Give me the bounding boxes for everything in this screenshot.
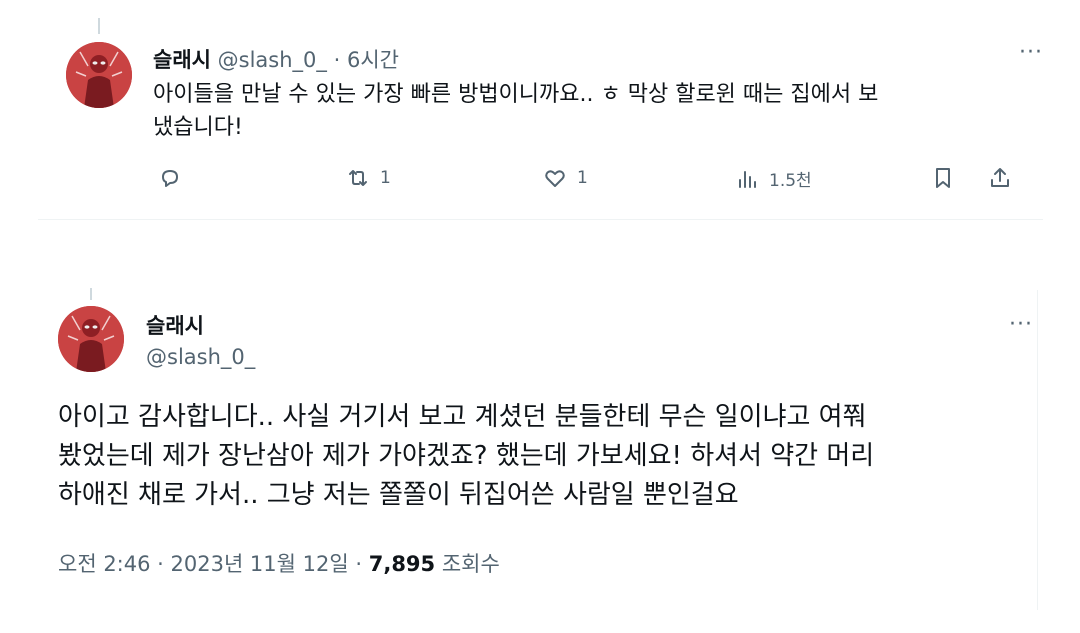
avatar[interactable] — [58, 306, 124, 372]
tweet-text-line: 냈습니다! — [153, 115, 243, 140]
handle[interactable]: @slash_0_ — [146, 345, 255, 369]
views-count: 1.5천 — [769, 171, 812, 191]
like-button[interactable]: 1 — [543, 166, 588, 190]
retweet-count: 1 — [380, 168, 391, 188]
share-icon — [991, 168, 1009, 187]
display-name[interactable]: 슬래시 — [146, 310, 204, 340]
more-options-button[interactable]: ··· — [1009, 312, 1033, 337]
views-button[interactable]: 1.5천 — [735, 166, 812, 191]
time-ago[interactable]: 6시간 — [347, 48, 399, 72]
tweet-text-line: 아이들을 만날 수 있는 가장 빠른 방법이니까요.. ㅎ 막상 할로윈 때는 … — [153, 82, 879, 107]
reply-header: 슬래시 @slash_0_ · 6시간 — [153, 44, 399, 74]
tweet-text: 아이들을 만날 수 있는 가장 빠른 방법이니까요.. ㅎ 막상 할로윈 때는 … — [153, 78, 1023, 144]
bookmark-button[interactable] — [931, 166, 955, 190]
more-options-button[interactable]: ··· — [1019, 40, 1043, 65]
retweet-icon — [349, 170, 367, 186]
tweet-text-line: 하애진 채로 가서.. 그냥 저는 쫄쫄이 뒤집어쓴 사람일 뿐인걸요 — [58, 480, 739, 510]
bookmark-icon — [936, 168, 950, 188]
avatar[interactable] — [66, 42, 132, 108]
tweet-text: 아이고 감사합니다.. 사실 거기서 보고 계셨던 분들한테 무슨 일이냐고 여… — [58, 398, 1028, 515]
retweet-button[interactable]: 1 — [346, 166, 391, 190]
display-name[interactable]: 슬래시 — [153, 48, 211, 72]
spiderman-avatar-image — [66, 42, 132, 108]
views-label: 조회수 — [435, 552, 500, 576]
reply-icon — [162, 170, 178, 187]
like-count: 1 — [577, 168, 588, 188]
main-tweet: 슬래시 @slash_0_ ··· 아이고 감사합니다.. 사실 거기서 보고 … — [38, 290, 1038, 610]
tweet-meta: 오전 2:46 · 2023년 11월 12일 · 7,895 조회수 — [58, 548, 500, 578]
timestamp[interactable]: 오전 2:46 · 2023년 11월 12일 · — [58, 552, 369, 576]
reply-button[interactable] — [158, 166, 192, 190]
spiderman-avatar-image — [58, 306, 124, 372]
separator-dot: · — [333, 48, 341, 72]
handle[interactable]: @slash_0_ — [218, 48, 327, 72]
action-bar: 1 1 1.5천 — [153, 166, 1023, 196]
tweet-text-line: 아이고 감사합니다.. 사실 거기서 보고 계셨던 분들한테 무슨 일이냐고 여… — [58, 402, 867, 432]
tweet-text-line: 봤었는데 제가 장난삼아 제가 가야겠죠? 했는데 가보세요! 하셔서 약간 머… — [58, 441, 875, 471]
views-icon — [739, 170, 756, 188]
views-number: 7,895 — [368, 552, 436, 576]
reply-tweet[interactable]: 슬래시 @slash_0_ · 6시간 ··· 아이들을 만날 수 있는 가장 … — [38, 30, 1043, 220]
share-button[interactable] — [988, 166, 1012, 190]
like-icon — [545, 170, 565, 187]
